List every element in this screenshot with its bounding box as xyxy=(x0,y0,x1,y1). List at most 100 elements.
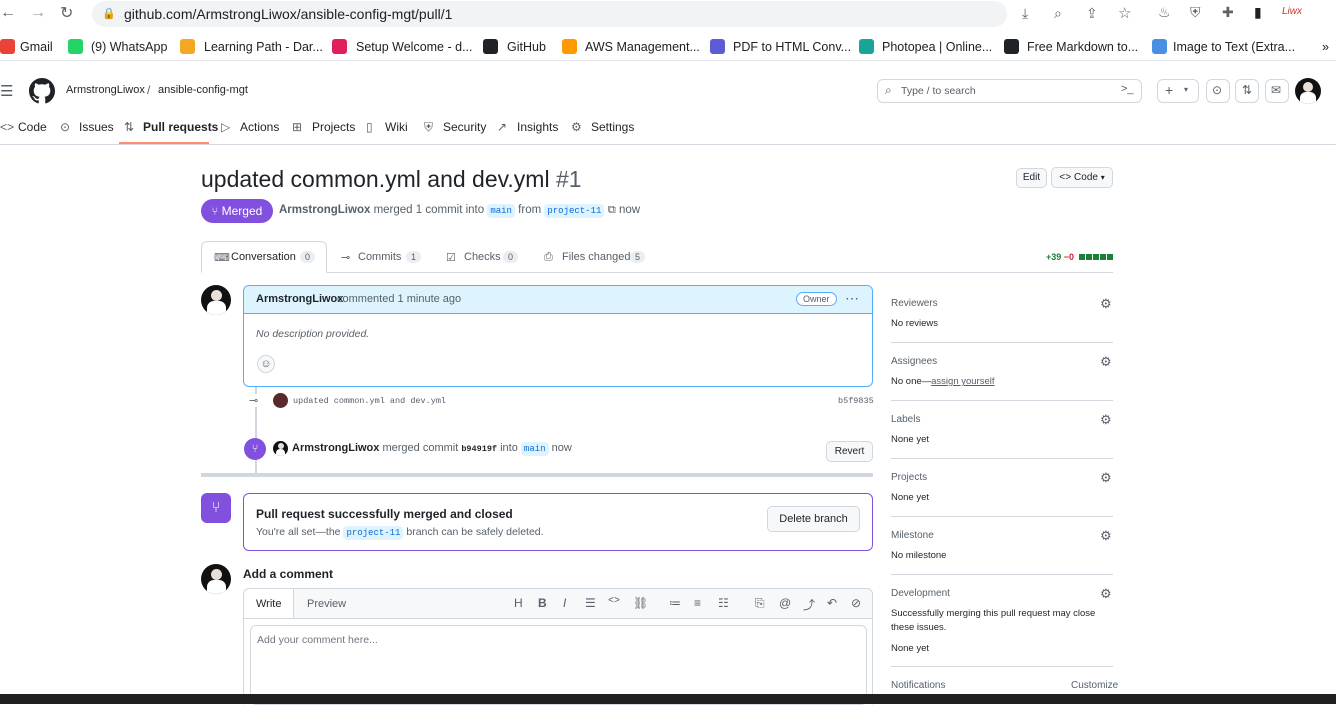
extension-flame-icon[interactable]: ♨ xyxy=(1158,4,1171,21)
code-dropdown-button[interactable]: <> Code ▾ xyxy=(1051,167,1113,188)
commit-message[interactable]: updated common.yml and dev.yml xyxy=(293,396,446,406)
repo-tab-code[interactable]: Code xyxy=(18,120,47,134)
profile-signature-icon[interactable]: Liwx xyxy=(1282,6,1302,17)
mention-icon[interactable]: @ xyxy=(779,596,791,610)
repo-tab-wiki[interactable]: Wiki xyxy=(385,120,408,134)
labels-gear-icon[interactable]: ⚙ xyxy=(1100,412,1112,428)
repo-tab-insights[interactable]: Insights xyxy=(517,120,558,134)
assign-yourself-link[interactable]: assign yourself xyxy=(931,376,994,387)
bookmark-item[interactable]: (9) WhatsApp xyxy=(91,40,167,54)
sidebar-milestone-label[interactable]: Milestone xyxy=(891,530,934,541)
revert-button[interactable]: Revert xyxy=(826,441,873,462)
task-list-icon[interactable]: ☷ xyxy=(718,596,729,610)
merge-branch[interactable]: main xyxy=(520,442,549,456)
reference-icon[interactable]: ⤴ xyxy=(803,596,815,613)
reviewers-gear-icon[interactable]: ⚙ xyxy=(1100,296,1112,312)
repo-tab-settings[interactable]: Settings xyxy=(591,120,634,134)
github-logo-icon[interactable] xyxy=(29,78,55,104)
forward-icon[interactable]: → xyxy=(30,4,46,22)
bookmark-item[interactable]: AWS Management... xyxy=(585,40,700,54)
bookmark-item[interactable]: Photopea | Online... xyxy=(882,40,992,54)
tab-files-changed[interactable]: Files changed xyxy=(562,251,631,263)
repo-tab-issues[interactable]: Issues xyxy=(79,120,114,134)
merge-sha[interactable]: b94919f xyxy=(461,444,497,454)
tab-checks[interactable]: Checks xyxy=(464,251,501,263)
search-input[interactable]: ⌕ Type / to search >_ xyxy=(877,79,1142,103)
projects-gear-icon[interactable]: ⚙ xyxy=(1100,470,1112,486)
share-icon[interactable]: ⇪ xyxy=(1086,5,1098,22)
merge-author[interactable]: ArmstrongLiwox xyxy=(292,442,379,454)
merged-box-branch[interactable]: project-11 xyxy=(343,526,404,540)
bold-icon[interactable]: B xyxy=(538,596,547,610)
download-icon[interactable]: ⤓ xyxy=(1022,5,1028,22)
code-icon[interactable]: <> xyxy=(608,596,620,607)
bookmark-item[interactable]: Image to Text (Extra... xyxy=(1173,40,1295,54)
extensions-puzzle-icon[interactable]: ✚ xyxy=(1222,4,1234,21)
slash-commands-icon[interactable]: ⊘ xyxy=(851,596,861,610)
breadcrumb-repo[interactable]: ansible-config-mgt xyxy=(158,84,248,96)
pull-requests-button[interactable]: ⇅ xyxy=(1235,79,1259,103)
bulleted-list-icon[interactable]: ≡ xyxy=(694,596,701,610)
tab-preview[interactable]: Preview xyxy=(307,598,346,610)
command-palette-icon[interactable]: >_ xyxy=(1121,83,1134,95)
sidebar-milestone-value: No milestone xyxy=(891,550,947,561)
commit-sha[interactable]: b5f9835 xyxy=(838,396,874,406)
sidebar-development-label[interactable]: Development xyxy=(891,588,950,599)
tab-conversation[interactable]: Conversation xyxy=(231,251,296,263)
commit-author-avatar[interactable] xyxy=(273,393,288,408)
edit-title-button[interactable]: Edit xyxy=(1016,168,1047,188)
attach-icon[interactable]: ⎘ xyxy=(755,596,765,611)
heading-icon[interactable]: H xyxy=(514,596,523,610)
bookmarks-overflow-icon[interactable]: » xyxy=(1322,40,1329,54)
merge-author-avatar[interactable] xyxy=(273,441,288,456)
tab-commits[interactable]: Commits xyxy=(358,251,401,263)
link-icon[interactable]: ⛓ xyxy=(633,596,648,610)
comment-textarea[interactable]: Add your comment here... xyxy=(250,625,867,705)
issues-button[interactable]: ⊙ xyxy=(1206,79,1230,103)
bookmark-item[interactable]: PDF to HTML Conv... xyxy=(733,40,851,54)
bookmark-item[interactable]: Gmail xyxy=(20,40,53,54)
comment-author-avatar[interactable] xyxy=(201,285,231,315)
reload-icon[interactable]: ↻ xyxy=(60,3,73,23)
sidebar-assignees-label[interactable]: Assignees xyxy=(891,356,937,367)
repo-tab-security[interactable]: Security xyxy=(443,120,486,134)
repo-tab-projects[interactable]: Projects xyxy=(312,120,355,134)
sidebar-reviewers-label[interactable]: Reviewers xyxy=(891,298,938,309)
hamburger-menu-icon[interactable]: ☰ xyxy=(0,82,13,100)
head-branch[interactable]: project-11 xyxy=(544,204,605,218)
add-reaction-button[interactable]: ☺ xyxy=(257,355,275,373)
pr-author[interactable]: ArmstrongLiwox xyxy=(279,204,370,216)
bookmark-item[interactable]: Learning Path - Dar... xyxy=(204,40,323,54)
zoom-icon[interactable]: ⌕ xyxy=(1054,5,1062,22)
sidepanel-icon[interactable]: ▮ xyxy=(1254,4,1262,21)
sidebar-projects-label[interactable]: Projects xyxy=(891,472,927,483)
repo-tab-pull-requests[interactable]: Pull requests xyxy=(143,120,218,134)
delete-branch-button[interactable]: Delete branch xyxy=(767,506,860,532)
back-icon[interactable]: ← xyxy=(0,4,16,22)
base-branch[interactable]: main xyxy=(487,204,515,218)
reply-icon[interactable]: ↶ xyxy=(827,596,837,610)
milestone-gear-icon[interactable]: ⚙ xyxy=(1100,528,1112,544)
extension-shield-icon[interactable]: ⛨ xyxy=(1190,4,1201,21)
notifications-customize-link[interactable]: Customize xyxy=(1071,680,1118,691)
bookmark-item[interactable]: Free Markdown to... xyxy=(1027,40,1138,54)
bookmark-item[interactable]: Setup Welcome - d... xyxy=(356,40,473,54)
inbox-button[interactable]: ✉ xyxy=(1265,79,1289,103)
quote-icon[interactable]: ☰ xyxy=(585,596,596,610)
tab-write[interactable]: Write xyxy=(244,589,294,619)
bookmark-item[interactable]: GitHub xyxy=(507,40,546,54)
user-avatar[interactable] xyxy=(1295,78,1321,104)
development-gear-icon[interactable]: ⚙ xyxy=(1100,586,1112,602)
copy-icon[interactable]: ⧉ xyxy=(608,204,616,216)
comment-time[interactable]: 1 minute ago xyxy=(398,293,462,305)
italic-icon[interactable]: I xyxy=(563,596,566,610)
repo-tab-actions[interactable]: Actions xyxy=(240,120,279,134)
comment-author[interactable]: ArmstrongLiwox xyxy=(256,293,343,305)
assignees-gear-icon[interactable]: ⚙ xyxy=(1100,354,1112,370)
sidebar-labels-label[interactable]: Labels xyxy=(891,414,920,425)
create-new-button[interactable]: + ▾ xyxy=(1157,79,1199,103)
kebab-menu-icon[interactable]: ⋯ xyxy=(845,290,859,307)
numbered-list-icon[interactable]: ≔ xyxy=(669,596,681,610)
bookmark-star-icon[interactable]: ☆ xyxy=(1118,4,1131,22)
breadcrumb-owner[interactable]: ArmstrongLiwox xyxy=(66,84,145,96)
